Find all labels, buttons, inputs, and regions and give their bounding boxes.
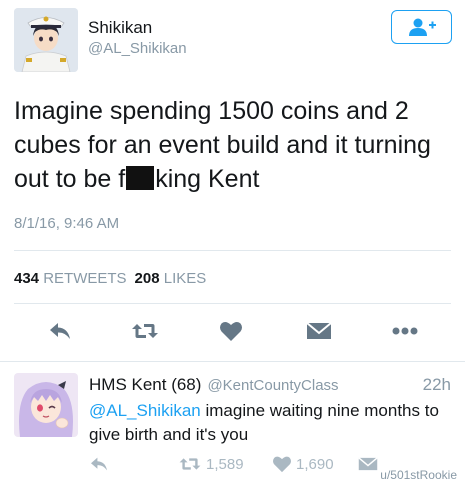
reply-icon — [50, 323, 70, 339]
heart-icon — [273, 456, 291, 473]
divider — [0, 361, 465, 362]
censor-block — [126, 166, 155, 190]
tweet-text-part2: king Kent — [155, 165, 260, 193]
retweet-icon — [179, 458, 201, 470]
envelope-icon — [306, 322, 332, 339]
like-button[interactable]: 1,690 — [272, 453, 334, 475]
heart-icon — [220, 322, 242, 341]
tweet-actions — [0, 316, 465, 346]
like-count: 1,690 — [296, 455, 334, 473]
avatar[interactable] — [14, 373, 78, 437]
tweet-stats: 434 RETWEETS 208 LIKES — [14, 270, 206, 287]
message-button[interactable] — [358, 453, 378, 475]
retweet-count: 1,589 — [206, 455, 244, 473]
author-info[interactable]: Shikikan @AL_Shikikan — [88, 18, 187, 59]
follow-button[interactable] — [391, 10, 452, 44]
timestamp[interactable]: 8/1/16, 9:46 AM — [14, 215, 119, 232]
reply-button[interactable] — [89, 453, 109, 475]
display-name[interactable]: HMS Kent (68) — [89, 375, 201, 394]
retweet-count: 434 — [14, 270, 40, 287]
mention-link[interactable]: @AL_Shikikan — [89, 401, 201, 420]
retweet-icon — [132, 324, 158, 338]
envelope-icon — [358, 457, 378, 471]
display-name[interactable]: Shikikan — [88, 18, 187, 38]
retweets-stat[interactable]: 434 RETWEETS — [14, 270, 127, 287]
user-handle[interactable]: @AL_Shikikan — [88, 39, 187, 59]
watermark: u/501stRookie — [380, 468, 457, 482]
like-label: LIKES — [163, 270, 207, 287]
message-button[interactable] — [304, 316, 334, 346]
likes-stat[interactable]: 208 LIKES — [135, 270, 207, 287]
more-icon — [392, 327, 418, 335]
user-handle[interactable]: @KentCountyClass — [207, 377, 338, 394]
reply-author[interactable]: HMS Kent (68) @KentCountyClass — [89, 375, 339, 395]
reply-button[interactable] — [45, 316, 75, 346]
reply-time[interactable]: 22h — [423, 375, 451, 395]
retweet-button[interactable] — [130, 316, 160, 346]
avatar-image — [14, 373, 78, 437]
retweet-label: RETWEETS — [43, 270, 127, 287]
reply-icon — [91, 457, 107, 471]
retweet-button[interactable]: 1,589 — [178, 453, 244, 475]
reply-tweet[interactable]: HMS Kent (68) @KentCountyClass 22h @AL_Sh… — [0, 363, 465, 488]
avatar-image — [14, 8, 78, 72]
like-count: 208 — [134, 270, 160, 287]
divider — [14, 303, 451, 304]
divider — [14, 250, 451, 251]
tweet-text: Imagine spending 1500 coins and 2 cubes … — [14, 94, 454, 196]
add-user-icon — [408, 18, 436, 36]
reply-text: @AL_Shikikan imagine waiting nine months… — [89, 399, 449, 447]
avatar[interactable] — [14, 8, 78, 72]
main-tweet: Shikikan @AL_Shikikan Imagine spending 1… — [0, 0, 465, 362]
like-button[interactable] — [216, 316, 246, 346]
more-button[interactable] — [390, 316, 420, 346]
